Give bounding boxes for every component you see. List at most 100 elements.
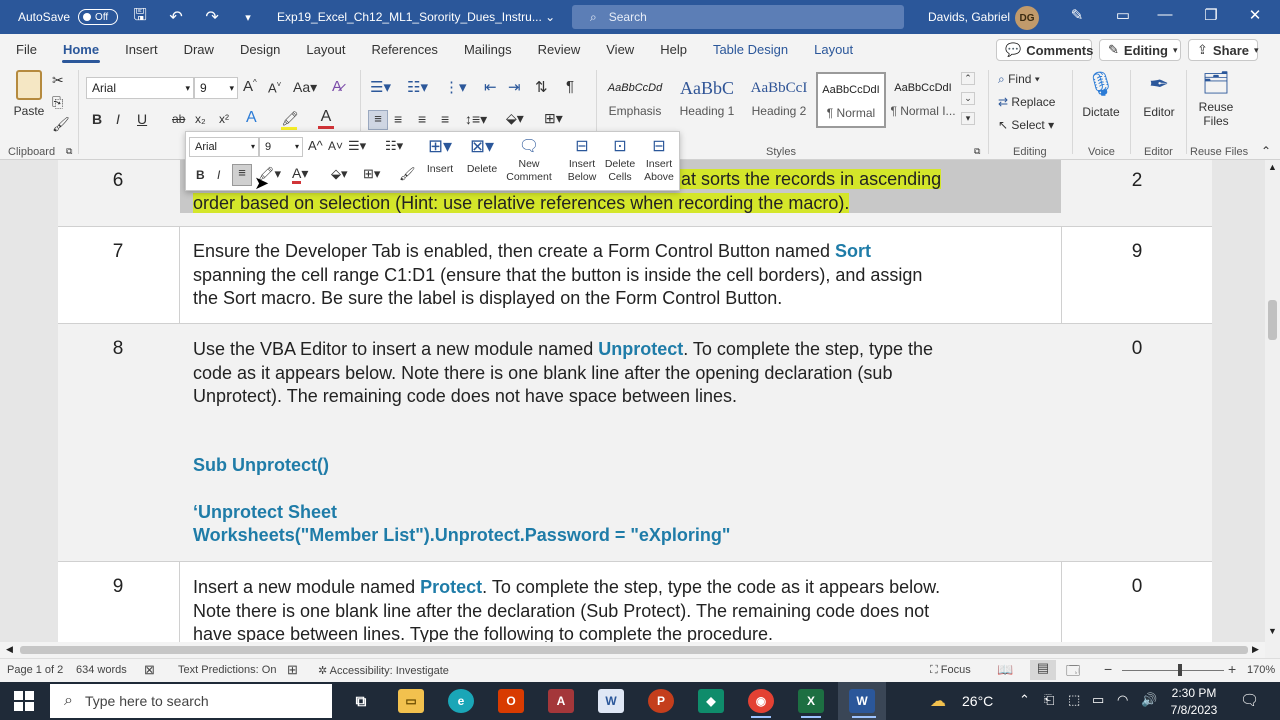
web-layout-icon[interactable]: 🗔 <box>1066 662 1080 684</box>
subscript-icon[interactable]: x₂ <box>195 112 206 126</box>
task-view-icon[interactable]: ⧉ <box>348 689 374 713</box>
code-line[interactable]: ‘Unprotect Sheet <box>193 502 337 523</box>
taskbar-search[interactable]: ⌕ Type here to search <box>50 684 332 718</box>
tray-app-icon[interactable]: ⎗ <box>1044 692 1054 708</box>
styles-dialog-launcher-icon[interactable]: ⧉ <box>974 146 980 157</box>
mini-borders-icon[interactable]: ⊞▾ <box>363 166 380 182</box>
chrome-icon[interactable]: ◉ <box>748 689 774 713</box>
search-box[interactable]: ⌕ Search <box>572 5 904 29</box>
mini-numbering-icon[interactable]: ☷▾ <box>385 138 403 154</box>
mini-shrink-font-icon[interactable]: A˅ <box>328 139 343 153</box>
word-doc-icon[interactable]: W <box>598 689 624 713</box>
shading-icon[interactable]: ⬙▾ <box>506 110 524 127</box>
clock-date[interactable]: 7/8/2023 <box>1166 703 1222 717</box>
zoom-out-icon[interactable]: − <box>1104 661 1112 677</box>
change-case-icon[interactable]: Aa▾ <box>293 79 317 96</box>
save-icon[interactable]: 🖫 <box>126 4 154 31</box>
multilevel-icon[interactable]: ⋮▾ <box>444 78 467 96</box>
zoom-slider[interactable] <box>1122 670 1224 671</box>
document-page[interactable]: 6 rt that sorts the records in ascending… <box>58 160 1212 642</box>
page-count[interactable]: Page 1 of 2 <box>7 664 63 676</box>
tab-table-design[interactable]: Table Design <box>700 34 801 66</box>
dev-tools-icon[interactable]: ◆ <box>698 689 724 713</box>
undo-icon[interactable]: ↶ <box>162 7 190 27</box>
line-spacing-icon[interactable]: ↕≡▾ <box>465 111 487 128</box>
word-icon[interactable]: W <box>849 689 875 713</box>
code-line[interactable]: Sub Unprotect() <box>193 455 329 476</box>
underline-icon[interactable]: U <box>137 111 147 127</box>
notifications-icon[interactable]: 🗨 <box>1240 691 1259 709</box>
style-emphasis[interactable]: AaBbCcDd Emphasis <box>600 72 670 128</box>
tab-design[interactable]: Design <box>227 34 293 66</box>
italic-icon[interactable]: I <box>116 111 120 127</box>
show-hidden-icons-icon[interactable]: ⌃ <box>1019 692 1030 708</box>
scroll-thumb[interactable] <box>1268 300 1277 340</box>
mini-bullets-icon[interactable]: ☰▾ <box>348 138 366 154</box>
reuse-files-button[interactable]: 🗂 Reuse Files <box>1192 70 1240 128</box>
macro-icon[interactable]: ⊞ <box>287 662 298 678</box>
minimize-icon[interactable]: — <box>1150 6 1180 23</box>
decrease-indent-icon[interactable]: ⇤ <box>484 78 497 96</box>
accessibility-status[interactable]: ✲ Accessibility: Investigate <box>318 664 449 677</box>
font-size-select[interactable]: 9 ▾ <box>194 77 238 99</box>
style-normal[interactable]: AaBbCcDdI ¶ Normal <box>816 72 886 128</box>
pilcrow-icon[interactable]: ¶ <box>566 78 574 95</box>
mini-center-icon[interactable]: ≡ <box>232 164 252 186</box>
access-icon[interactable]: A <box>548 689 574 713</box>
mini-insert-above-button[interactable]: ⊟ Insert Above <box>641 136 677 184</box>
tab-view[interactable]: View <box>593 34 647 66</box>
temperature[interactable]: 26°C <box>962 693 993 709</box>
weather-icon[interactable]: ☁ <box>930 691 946 711</box>
font-name-select[interactable]: Arial ▾ <box>86 77 194 99</box>
tab-draw[interactable]: Draw <box>171 34 227 66</box>
tab-insert[interactable]: Insert <box>112 34 171 66</box>
horizontal-scrollbar[interactable]: ◀ ▶ <box>0 642 1265 658</box>
word-count[interactable]: 634 words <box>76 664 127 676</box>
scroll-right-arrow-icon[interactable]: ▶ <box>1252 644 1259 655</box>
align-right-icon[interactable]: ≡ <box>418 111 426 127</box>
avatar[interactable]: DG <box>1015 6 1039 30</box>
grow-font-icon[interactable]: A^ <box>243 78 257 95</box>
user-name[interactable]: Davids, Gabriel <box>928 10 1010 24</box>
ribbon-display-icon[interactable]: ▭ <box>1108 6 1138 24</box>
document-title[interactable]: Exp19_Excel_Ch12_ML1_Sorority_Dues_Instr… <box>277 10 555 24</box>
styles-more-icon[interactable]: ▾ <box>961 112 975 125</box>
style-heading-1[interactable]: AaBbC Heading 1 <box>672 72 742 128</box>
borders-icon[interactable]: ⊞▾ <box>544 110 563 127</box>
clear-formatting-icon[interactable]: A̷ <box>332 78 342 95</box>
close-icon[interactable]: ✕ <box>1240 6 1270 24</box>
horizontal-scroll-thumb[interactable] <box>20 646 1248 654</box>
mini-insert-button[interactable]: ⊞▾ Insert <box>420 136 460 175</box>
tab-layout[interactable]: Layout <box>293 34 358 66</box>
focus-button[interactable]: ⛶ Focus <box>930 664 971 677</box>
redo-icon[interactable]: ↷ <box>198 7 226 27</box>
document-area[interactable]: 6 rt that sorts the records in ascending… <box>0 160 1265 642</box>
read-mode-icon[interactable]: 📖 <box>997 662 1013 678</box>
tab-file[interactable]: File <box>0 34 50 66</box>
scroll-up-arrow-icon[interactable]: ▲ <box>1268 162 1277 172</box>
meet-icon[interactable]: ⬚ <box>1068 692 1080 708</box>
mini-format-painter-icon[interactable]: 🖌 <box>399 166 416 182</box>
row-text[interactable]: Insert a new module named Protect. To co… <box>193 576 1053 642</box>
align-left-icon[interactable]: ≡ <box>368 110 388 130</box>
pen-icon[interactable]: ✎ <box>1062 6 1092 24</box>
mini-font-color-icon[interactable]: A▾ <box>292 165 308 184</box>
bold-icon[interactable]: B <box>92 111 102 127</box>
mini-delete-button[interactable]: ⊠▾ Delete <box>462 136 502 175</box>
dictate-button[interactable]: 🎙 Dictate <box>1078 70 1124 119</box>
vertical-scrollbar[interactable]: ▲ ▼ <box>1265 160 1280 658</box>
mini-bold-icon[interactable]: B <box>196 168 205 182</box>
tab-review[interactable]: Review <box>525 34 594 66</box>
select-button[interactable]: ↖ Select ▾ <box>998 118 1054 132</box>
bullets-icon[interactable]: ☰▾ <box>370 78 391 96</box>
style-heading-2[interactable]: AaBbCcI Heading 2 <box>744 72 814 128</box>
cut-icon[interactable]: ✂ <box>52 72 64 89</box>
font-color-icon[interactable]: A <box>318 108 334 129</box>
increase-indent-icon[interactable]: ⇥ <box>508 78 521 96</box>
collapse-ribbon-icon[interactable]: ⌃ <box>1261 144 1271 158</box>
zoom-level[interactable]: 170% <box>1247 664 1275 676</box>
styles-scroll-up-icon[interactable]: ⌃ <box>961 72 975 85</box>
justify-icon[interactable]: ≡ <box>441 111 449 127</box>
code-line[interactable]: Worksheets("Member List").Unprotect.Pass… <box>193 525 730 546</box>
replace-button[interactable]: ⇄ Replace <box>998 95 1055 109</box>
